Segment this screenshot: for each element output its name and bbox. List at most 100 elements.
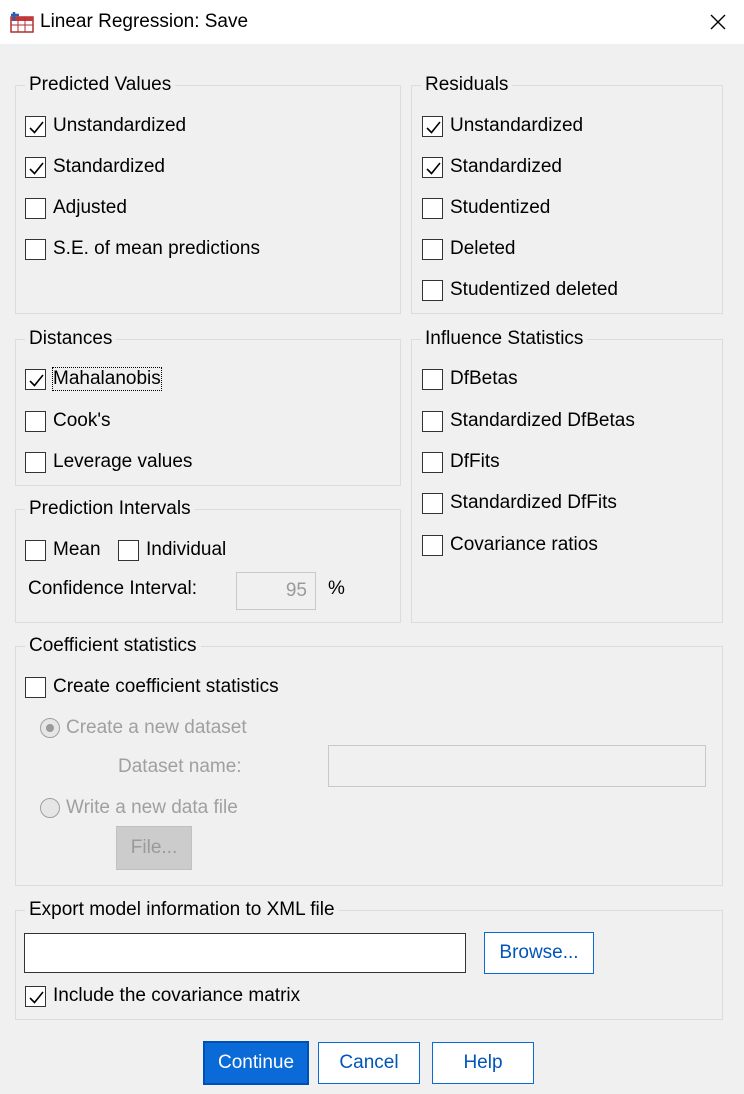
create-new-dataset-radio[interactable]: Create a new dataset: [40, 716, 247, 740]
checkbox-label: Cook's: [53, 410, 111, 431]
checkbox-box[interactable]: [118, 539, 139, 561]
interval-individual-checkbox[interactable]: Individual: [118, 538, 226, 562]
checkbox-label: Studentized: [450, 197, 551, 218]
residuals-deleted-checkbox[interactable]: Deleted: [422, 237, 516, 261]
checkbox-label: Unstandardized: [53, 115, 187, 136]
influence-dffits-checkbox[interactable]: DfFits: [422, 450, 500, 474]
checkbox-box[interactable]: [422, 451, 443, 473]
checkbox-box[interactable]: [25, 985, 46, 1007]
prediction-intervals-legend: Prediction Intervals: [25, 498, 195, 520]
checkbox-box[interactable]: [422, 156, 443, 178]
radio-label: Write a new data file: [66, 797, 238, 818]
predicted-unstandardized-checkbox[interactable]: Unstandardized: [25, 114, 186, 138]
checkbox-label: Deleted: [450, 238, 516, 259]
check-icon: [426, 161, 441, 175]
influence-standardized-dffits-checkbox[interactable]: Standardized DfFits: [422, 491, 617, 515]
checkbox-box[interactable]: [422, 368, 443, 390]
checkbox-box[interactable]: [25, 539, 46, 561]
influence-standardized-dfbetas-checkbox[interactable]: Standardized DfBetas: [422, 409, 635, 433]
checkbox-label: Leverage values: [53, 451, 193, 472]
checkbox-label: Create coefficient statistics: [53, 676, 279, 697]
predicted-standardized-checkbox[interactable]: Standardized: [25, 155, 165, 179]
checkbox-box[interactable]: [422, 410, 443, 432]
predicted-adjusted-checkbox[interactable]: Adjusted: [25, 196, 127, 220]
dataset-name-input[interactable]: [328, 745, 706, 787]
export-xml-legend: Export model information to XML file: [25, 899, 339, 921]
interval-mean-checkbox[interactable]: Mean: [25, 538, 101, 562]
cancel-button[interactable]: Cancel: [318, 1042, 420, 1084]
checkbox-label: Standardized DfFits: [450, 492, 617, 513]
continue-button[interactable]: Continue: [203, 1041, 309, 1085]
check-icon: [29, 373, 44, 387]
write-new-data-file-radio[interactable]: Write a new data file: [40, 796, 238, 820]
spss-table-icon: [10, 12, 34, 33]
check-icon: [426, 120, 441, 134]
checkbox-box[interactable]: [422, 534, 443, 556]
checkbox-label: Individual: [146, 539, 227, 560]
file-button[interactable]: File...: [116, 826, 192, 870]
radio-dot-icon: [46, 724, 54, 732]
checkbox-label: Studentized deleted: [450, 279, 618, 300]
checkbox-box[interactable]: [422, 238, 443, 260]
checkbox-box[interactable]: [25, 156, 46, 178]
create-coefficient-statistics-checkbox[interactable]: Create coefficient statistics: [25, 675, 279, 699]
close-button[interactable]: [698, 4, 738, 40]
distances-mahalanobis-checkbox[interactable]: Mahalanobis: [25, 367, 162, 391]
browse-button[interactable]: Browse...: [484, 932, 594, 974]
checkbox-label: Mean: [53, 539, 101, 560]
help-button[interactable]: Help: [432, 1042, 534, 1084]
influence-statistics-legend: Influence Statistics: [421, 328, 588, 350]
checkbox-box[interactable]: [422, 279, 443, 301]
checkbox-label: Standardized DfBetas: [450, 410, 635, 431]
xml-file-path-input[interactable]: [24, 933, 466, 973]
checkbox-box[interactable]: [422, 115, 443, 137]
checkbox-box[interactable]: [25, 451, 46, 473]
radio-circle[interactable]: [40, 798, 60, 818]
checkbox-label: DfBetas: [450, 368, 518, 389]
confidence-interval-label: Confidence Interval:: [28, 578, 197, 599]
prediction-intervals-group: Prediction Intervals: [15, 498, 401, 623]
checkbox-label: Include the covariance matrix: [53, 985, 301, 1006]
checkbox-label: Unstandardized: [450, 115, 584, 136]
checkbox-label: Mahalanobis: [52, 367, 162, 391]
title-bar: Linear Regression: Save: [0, 0, 744, 44]
predicted-se-mean-checkbox[interactable]: S.E. of mean predictions: [25, 237, 260, 261]
percent-unit: %: [328, 578, 345, 599]
check-icon: [29, 161, 44, 175]
close-icon: [710, 14, 726, 30]
checkbox-box[interactable]: [25, 115, 46, 137]
checkbox-box[interactable]: [25, 238, 46, 260]
residuals-studentized-checkbox[interactable]: Studentized: [422, 196, 550, 220]
predicted-values-legend: Predicted Values: [25, 74, 176, 96]
checkbox-box[interactable]: [25, 368, 46, 390]
checkbox-label: DfFits: [450, 451, 500, 472]
residuals-studentized-deleted-checkbox[interactable]: Studentized deleted: [422, 278, 618, 302]
radio-circle[interactable]: [40, 718, 60, 738]
confidence-interval-input[interactable]: 95: [236, 572, 316, 610]
distances-cooks-checkbox[interactable]: Cook's: [25, 409, 110, 433]
checkbox-box[interactable]: [25, 676, 46, 698]
distances-legend: Distances: [25, 328, 117, 350]
checkbox-label: S.E. of mean predictions: [53, 238, 260, 259]
radio-label: Create a new dataset: [66, 717, 247, 738]
coefficient-statistics-legend: Coefficient statistics: [25, 635, 201, 657]
window-title: Linear Regression: Save: [40, 11, 249, 32]
influence-dfbetas-checkbox[interactable]: DfBetas: [422, 367, 518, 391]
checkbox-box[interactable]: [25, 197, 46, 219]
include-covariance-matrix-checkbox[interactable]: Include the covariance matrix: [25, 984, 300, 1008]
checkbox-label: Standardized: [450, 156, 562, 177]
checkbox-label: Covariance ratios: [450, 534, 598, 555]
checkbox-label: Adjusted: [53, 197, 127, 218]
checkbox-box[interactable]: [422, 492, 443, 514]
check-icon: [29, 120, 44, 134]
check-icon: [29, 990, 44, 1004]
checkbox-box[interactable]: [25, 410, 46, 432]
distances-leverage-checkbox[interactable]: Leverage values: [25, 450, 192, 474]
residuals-unstandardized-checkbox[interactable]: Unstandardized: [422, 114, 583, 138]
residuals-standardized-checkbox[interactable]: Standardized: [422, 155, 562, 179]
checkbox-box[interactable]: [422, 197, 443, 219]
dataset-name-label: Dataset name:: [118, 756, 242, 777]
influence-covariance-ratios-checkbox[interactable]: Covariance ratios: [422, 533, 598, 557]
residuals-legend: Residuals: [421, 74, 513, 96]
checkbox-label: Standardized: [53, 156, 165, 177]
